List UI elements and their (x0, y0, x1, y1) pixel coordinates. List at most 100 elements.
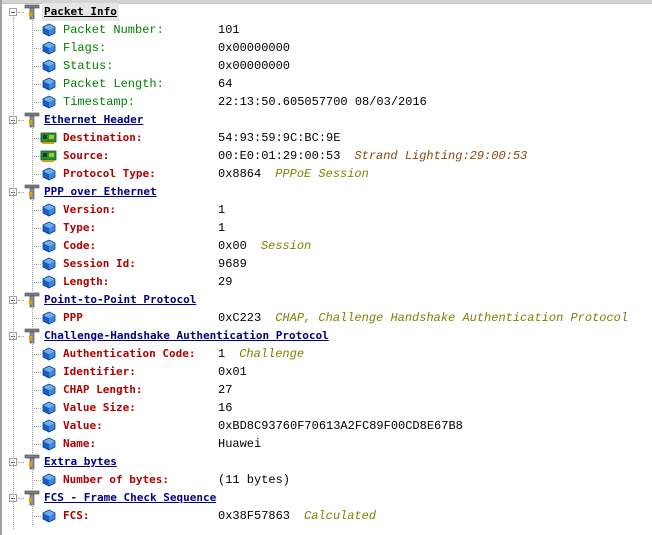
section-header-row[interactable]: Challenge-Handshake Authentication Proto… (0, 327, 652, 345)
field-value-container: 1 (218, 201, 225, 219)
field-value: (11 bytes) (218, 473, 291, 487)
section-header-row[interactable]: Ethernet Header (0, 111, 652, 129)
tree-connector (32, 210, 41, 211)
field-label: Source: (63, 149, 110, 162)
field-row[interactable]: Packet Length: 64 (0, 75, 652, 93)
field-value-container: 0xBD8C93760F70613A2FC89F00CD8E67B8 (218, 417, 463, 435)
tree-connector (32, 102, 41, 103)
collapse-toggle-icon[interactable] (9, 8, 17, 16)
field-row[interactable]: Session Id: 9689 (0, 255, 652, 273)
field-row[interactable]: Authentication Code: 1 Challenge (0, 345, 652, 363)
tree-guide-line (32, 126, 33, 183)
tree-guide-line (32, 504, 33, 525)
section-title[interactable]: Ethernet Header (44, 111, 143, 129)
tree-guide-line (32, 342, 33, 453)
field-row[interactable]: Number of bytes: (11 bytes) (0, 471, 652, 489)
network-card-icon (40, 131, 58, 145)
tree-connector (32, 264, 41, 265)
tree-connector (32, 228, 41, 229)
tree-connector (32, 30, 41, 31)
section-header-row[interactable]: Point-to-Point Protocol (0, 291, 652, 309)
field-row[interactable]: Source: 00:E0:01:29:00:53 Strand Lighting:… (0, 147, 652, 165)
field-value: Huawei (218, 437, 262, 451)
field-row[interactable]: CHAP Length: 27 (0, 381, 652, 399)
field-value: 0x00 (218, 239, 247, 253)
cube-icon (42, 167, 56, 181)
tree-connector (32, 390, 41, 391)
field-row[interactable]: Timestamp: 22:13:50.605057700 08/03/2016 (0, 93, 652, 111)
field-label: CHAP Length: (63, 383, 143, 396)
field-label: Version: (63, 203, 116, 216)
section-header-row[interactable]: PPP over Ethernet (0, 183, 652, 201)
field-label: Timestamp: (63, 95, 136, 109)
field-annotation: Challenge (239, 347, 305, 361)
field-value: 101 (218, 23, 240, 37)
field-label: Status: (63, 59, 114, 73)
cube-icon (42, 41, 56, 55)
field-annotation: CHAP, Challenge Handshake Authentication… (275, 311, 629, 325)
cube-icon (42, 401, 56, 415)
field-row[interactable]: Destination: 54:93:59:9C:BC:9E (0, 129, 652, 147)
tree-guide-line (32, 198, 33, 291)
cube-icon (42, 203, 56, 217)
cube-icon (42, 365, 56, 379)
packet-decode-tree[interactable]: Packet Info Packet Number: 101 Flags: 0x0000… (0, 3, 652, 529)
cube-icon (42, 311, 56, 325)
field-value: 0x8864 (218, 167, 262, 181)
section-title[interactable]: Point-to-Point Protocol (44, 291, 196, 309)
field-value-container: 00:E0:01:29:00:53 Strand Lighting:29:00:5… (218, 147, 527, 165)
section-title[interactable]: Extra bytes (44, 453, 117, 471)
field-value-container: 0x38F57863 Calculated (218, 507, 376, 525)
section-title[interactable]: PPP over Ethernet (44, 183, 157, 201)
section-title[interactable]: Packet Info (42, 3, 119, 21)
field-label: Protocol Type: (63, 167, 156, 180)
field-row[interactable]: Value: 0xBD8C93760F70613A2FC89F00CD8E67B8 (0, 417, 652, 435)
section-title[interactable]: Challenge-Handshake Authentication Proto… (44, 327, 329, 345)
cube-icon (42, 95, 56, 109)
field-label: Identifier: (63, 365, 136, 378)
field-annotation: PPPoE Session (275, 167, 369, 181)
tree-connector (32, 174, 41, 175)
section-header-row[interactable]: Packet Info (0, 3, 652, 21)
section-title[interactable]: FCS - Frame Check Sequence (44, 489, 216, 507)
field-row[interactable]: Status: 0x00000000 (0, 57, 652, 75)
field-value: 0x00000000 (218, 59, 291, 73)
field-row[interactable]: PPP 0xC223 CHAP, Challenge Handshake Authe… (0, 309, 652, 327)
cube-icon (42, 419, 56, 433)
tree-connector (32, 66, 41, 67)
field-row[interactable]: Value Size: 16 (0, 399, 652, 417)
cube-icon (42, 239, 56, 253)
field-value: 1 (218, 347, 226, 361)
field-value: 29 (218, 275, 233, 289)
field-annotation: Strand Lighting:29:00:53 (354, 149, 528, 163)
field-value-container: 0x00000000 (218, 57, 290, 75)
field-value: 0x38F57863 (218, 509, 291, 523)
field-row[interactable]: Version: 1 (0, 201, 652, 219)
field-row[interactable]: Name: Huawei (0, 435, 652, 453)
field-row[interactable]: FCS: 0x38F57863 Calculated (0, 507, 652, 525)
field-value-container: 1 Challenge (218, 345, 304, 363)
field-row[interactable]: Type: 1 (0, 219, 652, 237)
field-row[interactable]: Packet Number: 101 (0, 21, 652, 39)
tree-root-guide-line (13, 17, 14, 529)
tree-connector (32, 246, 41, 247)
field-row[interactable]: Protocol Type: 0x8864 PPPoE Session (0, 165, 652, 183)
section-header-row[interactable]: FCS - Frame Check Sequence (0, 489, 652, 507)
field-value-container: (11 bytes) (218, 471, 290, 489)
section-header-row[interactable]: Extra bytes (0, 453, 652, 471)
field-value: 0xC223 (218, 311, 262, 325)
field-value-container: 0x8864 PPPoE Session (218, 165, 369, 183)
field-value: 22:13:50.605057700 08/03/2016 (218, 95, 427, 109)
field-value-container: 22:13:50.605057700 08/03/2016 (218, 93, 427, 111)
field-row[interactable]: Identifier: 0x01 (0, 363, 652, 381)
cube-icon (42, 257, 56, 271)
cube-icon (42, 347, 56, 361)
cube-icon (42, 221, 56, 235)
field-label: Packet Length: (63, 77, 164, 91)
field-row[interactable]: Code: 0x00 Session (0, 237, 652, 255)
field-row[interactable]: Flags: 0x00000000 (0, 39, 652, 57)
cube-icon (42, 383, 56, 397)
tree-guide-line (32, 306, 33, 327)
field-value: 54:93:59:9C:BC:9E (218, 131, 341, 145)
field-row[interactable]: Length: 29 (0, 273, 652, 291)
